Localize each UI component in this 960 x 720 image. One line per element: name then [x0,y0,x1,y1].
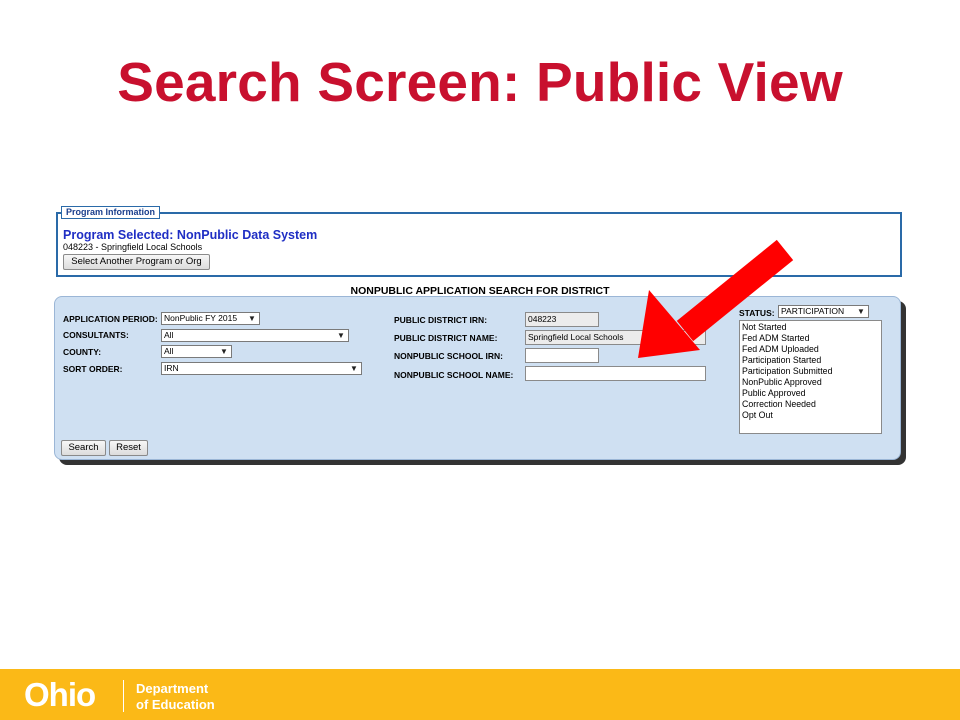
department-of-education-logo: Department of Education [136,681,215,712]
dept-line-1: Department [136,681,209,696]
footer-divider [123,680,124,712]
dept-line-2: of Education [136,696,215,712]
ohio-logo: Ohio [24,676,96,713]
screenshot: Program Information Program Selected: No… [0,0,960,720]
red-arrow-icon [638,239,794,358]
